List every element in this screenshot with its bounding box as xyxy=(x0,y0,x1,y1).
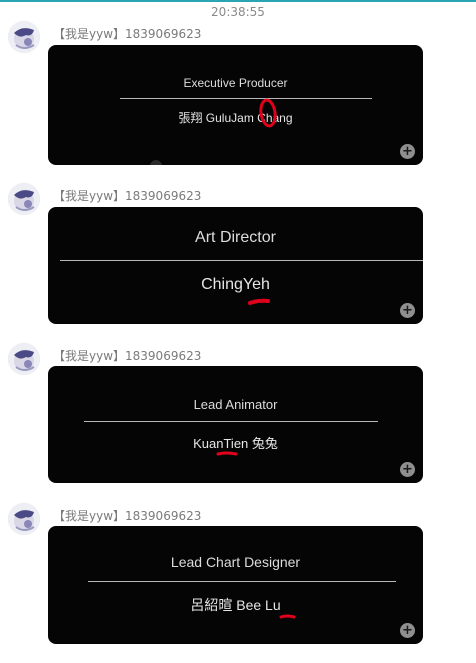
sender-name: 【我是yyw】1839069623 xyxy=(53,189,202,203)
avatar[interactable] xyxy=(8,183,40,215)
credit-role: Lead Chart Designer xyxy=(170,554,301,570)
message-timestamp: 20:38:55 xyxy=(211,5,265,19)
avatar[interactable] xyxy=(8,503,40,535)
divider-line xyxy=(88,581,396,582)
image-card[interactable]: Executive Producer 張翔 GuluJam Chang + xyxy=(48,45,423,165)
chat-message: 【我是yyw】1839069623 Executive Producer 張翔 … xyxy=(0,21,476,181)
zoom-in-icon[interactable]: + xyxy=(400,144,415,159)
credit-role: Lead Animator xyxy=(193,397,278,412)
image-card[interactable]: Lead Chart Designer 呂紹暄 Bee Lu + xyxy=(48,526,423,644)
chat-message: 【我是yyw】1839069623 Art Director ChingYeh … xyxy=(0,183,476,343)
zoom-in-icon[interactable]: + xyxy=(400,303,415,318)
credit-role: Art Director xyxy=(195,229,276,246)
credit-role: Executive Producer xyxy=(183,76,288,90)
credit-name: KuanTien 兔兔 xyxy=(193,436,278,451)
zoom-in-icon[interactable]: + xyxy=(400,623,415,638)
sender-name: 【我是yyw】1839069623 xyxy=(53,509,202,523)
image-card[interactable]: Art Director ChingYeh + xyxy=(48,207,423,324)
credit-name: 張翔 GuluJam Chang xyxy=(178,111,293,125)
divider-line xyxy=(84,421,378,422)
avatar[interactable] xyxy=(8,343,40,375)
zoom-in-icon[interactable]: + xyxy=(400,462,415,477)
sender-name: 【我是yyw】1839069623 xyxy=(53,27,202,41)
credit-name: 呂紹暄 Bee Lu xyxy=(190,597,281,613)
window-top-border xyxy=(0,0,476,2)
avatar-image xyxy=(8,183,40,215)
faded-icon xyxy=(150,160,162,165)
divider-line xyxy=(60,260,423,261)
red-underline-annotation xyxy=(248,298,270,305)
divider-line xyxy=(120,98,372,99)
chat-message: 【我是yyw】1839069623 Lead Animator KuanTien… xyxy=(0,343,476,503)
avatar[interactable] xyxy=(8,21,40,53)
avatar-image xyxy=(8,21,40,53)
chat-message: 【我是yyw】1839069623 Lead Chart Designer 呂紹… xyxy=(0,503,476,663)
avatar-image xyxy=(8,343,40,375)
image-card[interactable]: Lead Animator KuanTien 兔兔 + xyxy=(48,366,423,483)
sender-name: 【我是yyw】1839069623 xyxy=(53,349,202,363)
credit-name: ChingYeh xyxy=(201,276,270,293)
avatar-image xyxy=(8,503,40,535)
